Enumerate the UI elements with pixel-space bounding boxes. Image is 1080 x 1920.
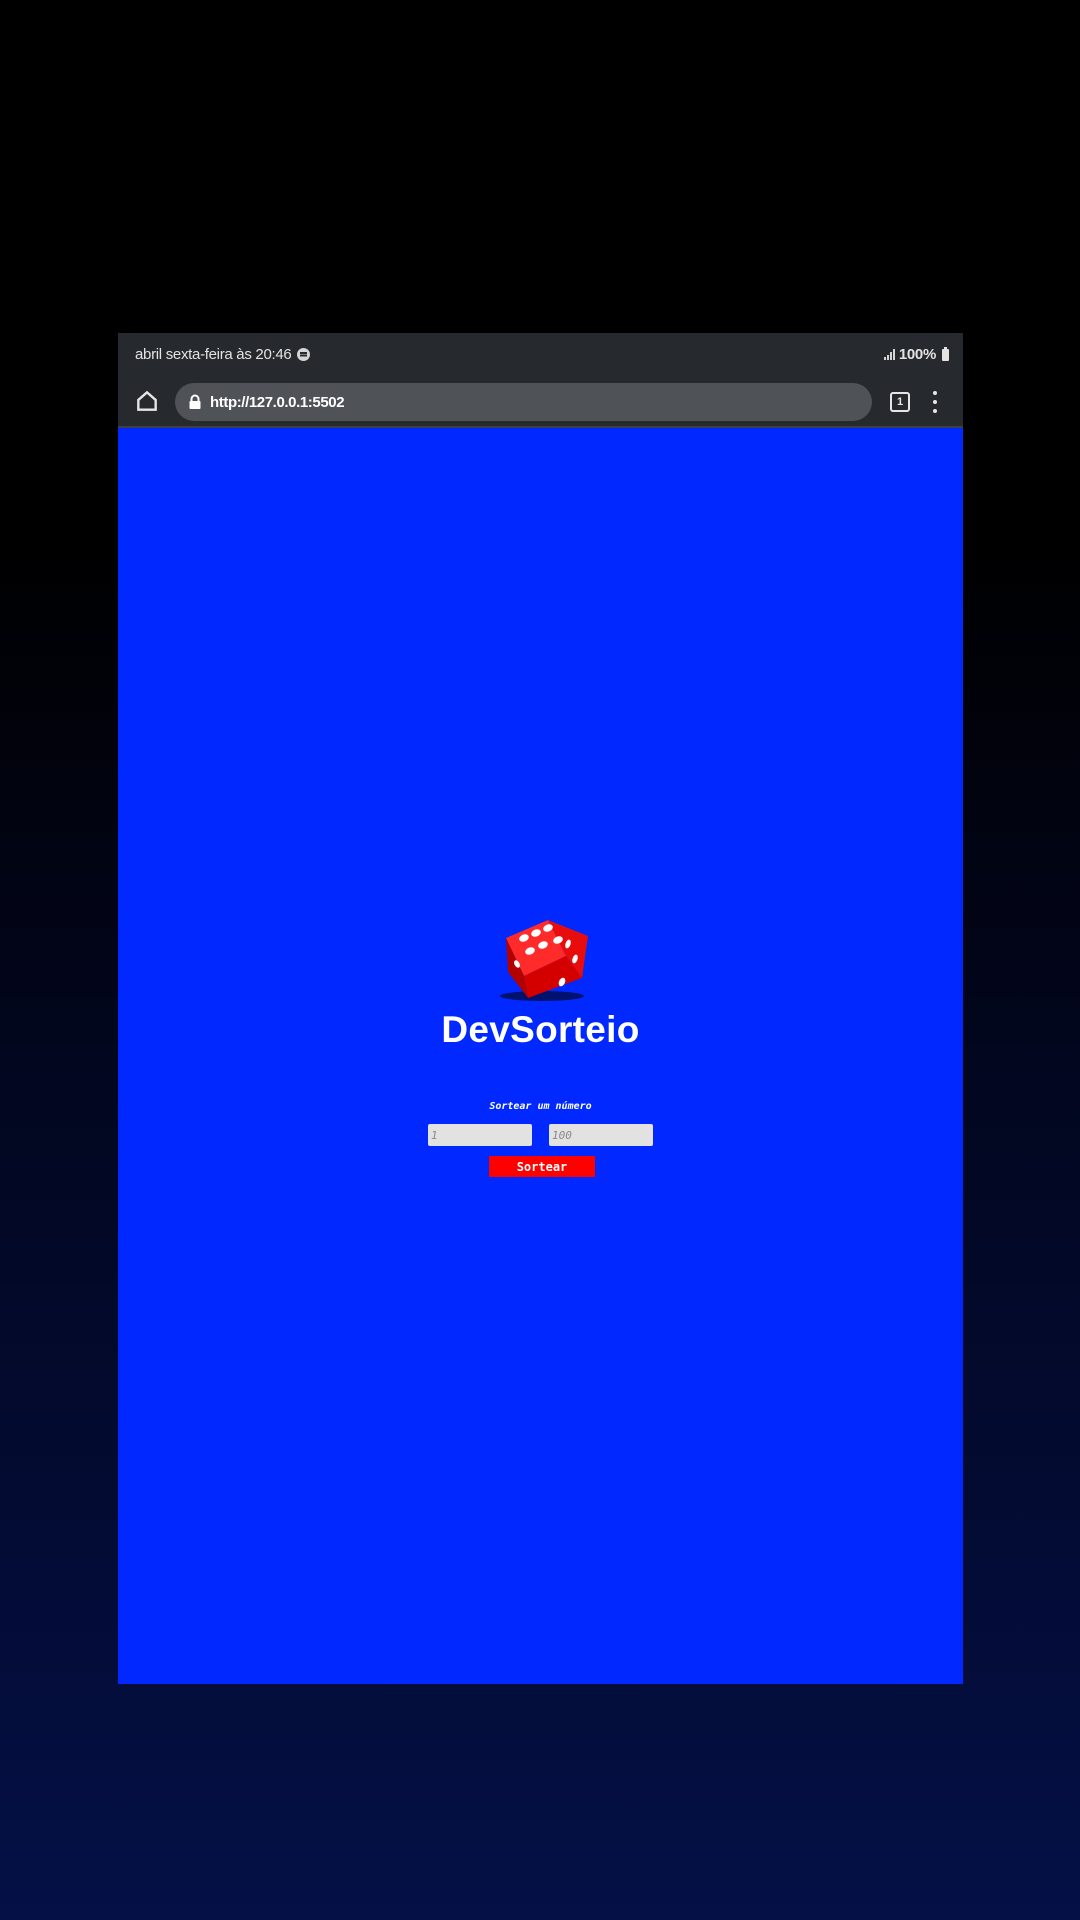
dice-icon [500, 920, 588, 1001]
signal-icon [883, 349, 895, 360]
browser-toolbar: http://127.0.0.1:5502 1 [118, 376, 963, 428]
home-icon[interactable] [134, 388, 160, 414]
tabs-count-button[interactable]: 1 [890, 392, 910, 412]
status-right: 100% [883, 346, 949, 363]
phone-screen: abril sexta-feira às 20:46 100% http://1… [118, 333, 963, 1684]
lock-icon [189, 394, 201, 409]
draw-button[interactable]: Sortear [489, 1156, 595, 1177]
url-field[interactable]: http://127.0.0.1:5502 [175, 383, 872, 421]
status-left: abril sexta-feira às 20:46 [135, 346, 311, 363]
draw-label: Sortear um número [489, 1101, 592, 1112]
status-time: abril sexta-feira às 20:46 [135, 346, 292, 363]
menu-icon[interactable] [933, 391, 937, 413]
spotify-icon [297, 348, 311, 361]
battery-percentage: 100% [898, 346, 936, 363]
battery-icon [942, 346, 949, 361]
min-number-input[interactable] [428, 1124, 532, 1146]
max-number-input[interactable] [549, 1124, 653, 1146]
app-title: DevSorteio [441, 1009, 640, 1050]
status-bar: abril sexta-feira às 20:46 100% [118, 333, 963, 376]
url-text: http://127.0.0.1:5502 [210, 393, 345, 411]
